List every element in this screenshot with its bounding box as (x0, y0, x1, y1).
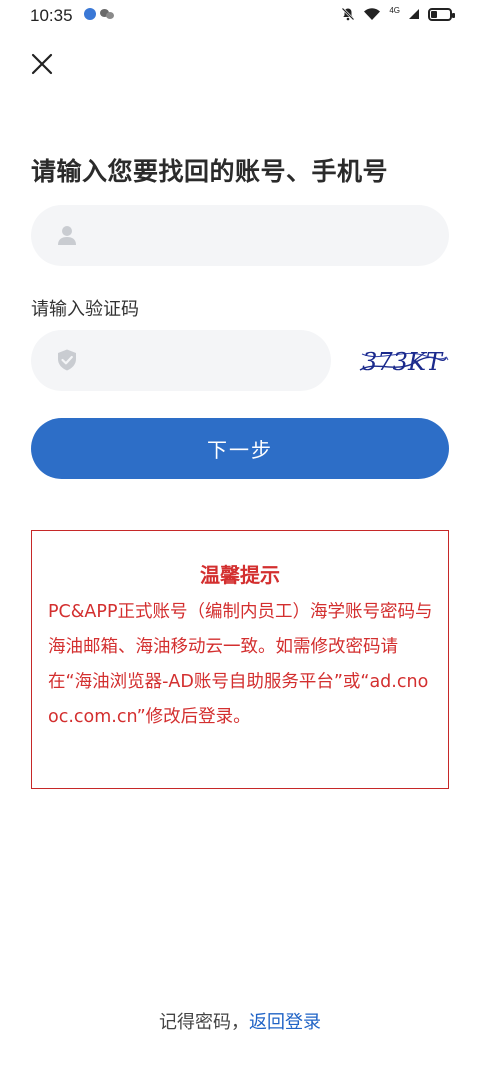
footer: 记得密码，返回登录 (0, 1008, 480, 1034)
captcha-label: 请输入验证码 (31, 299, 139, 320)
close-icon[interactable] (28, 50, 56, 78)
notice-title: 温馨提示 (200, 563, 280, 587)
notice-body: PC&APP正式账号（编制内员工）海学账号密码与海油邮箱、海油移动云一致。如需修… (48, 602, 433, 727)
battery-level (431, 10, 437, 18)
user-icon (58, 226, 76, 245)
captcha-image[interactable]: 373KT (356, 340, 449, 382)
signal-icon (409, 9, 419, 19)
status-time: 10:35 (30, 6, 73, 25)
back-to-login-link[interactable]: 返回登录 (249, 1012, 321, 1033)
captcha-image-text: 373KT (362, 348, 444, 376)
notice-box: 温馨提示 PC&APP正式账号（编制内员工）海学账号密码与海油邮箱、海油移动云一… (31, 530, 449, 789)
page-title: 请输入您要找回的账号、手机号 (31, 157, 389, 186)
captcha-input[interactable] (93, 330, 317, 393)
status-notification-icons (84, 8, 114, 20)
remember-password-text: 记得密码， (159, 1012, 249, 1033)
account-input-container[interactable] (31, 205, 449, 268)
next-step-button[interactable]: 下一步 (31, 418, 449, 479)
mute-bell-icon (341, 7, 355, 21)
network-type-label: 4G (389, 5, 400, 15)
wifi-icon (364, 8, 381, 20)
status-system-icons: 4G (341, 5, 455, 21)
status-bar: 10:35 4G (0, 0, 480, 32)
wechat-notification-icon (100, 8, 114, 20)
captcha-input-container[interactable] (31, 330, 331, 393)
shield-icon (58, 349, 76, 371)
browser-notification-icon (84, 8, 96, 20)
battery-icon (428, 7, 455, 21)
account-input[interactable] (93, 205, 435, 268)
